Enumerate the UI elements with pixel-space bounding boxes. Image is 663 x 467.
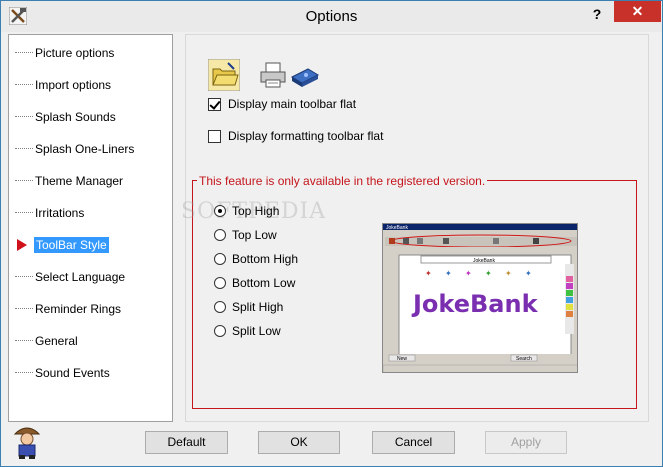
nav-item-label: Irritations (35, 206, 85, 220)
ok-button[interactable]: OK (258, 431, 340, 454)
nav-item-label: Splash One-Liners (35, 142, 135, 156)
preview-new-button: New (397, 356, 407, 362)
style-option-top-low[interactable]: Top Low (214, 227, 277, 243)
style-option-label: Split High (232, 300, 284, 314)
nav-item-label: Picture options (35, 46, 115, 60)
format-toolbar-flat-option[interactable]: Display formatting toolbar flat (208, 128, 383, 144)
nav-item-label: Theme Manager (35, 174, 124, 188)
radio-button[interactable] (214, 301, 226, 313)
default-button[interactable]: Default (145, 431, 228, 454)
nav-item-theme-manager[interactable]: Theme Manager (9, 171, 172, 191)
radio-button[interactable] (214, 253, 226, 265)
printer-icon[interactable] (257, 59, 289, 91)
radio-button[interactable] (214, 229, 226, 241)
nav-item-picture-options[interactable]: Picture options (9, 43, 172, 63)
nav-item-label: General (35, 334, 78, 348)
nav-item-label: Sound Events (35, 366, 110, 380)
toolbar-style-preview: JokeBank JokeBank ✦ ✦ ✦ ✦ ✦ ✦ JokeBank N… (382, 223, 578, 373)
tree-connector (15, 372, 33, 373)
mascot-icon (13, 427, 41, 459)
format-toolbar-flat-checkbox[interactable] (208, 129, 221, 143)
tree-connector (15, 340, 33, 341)
nav-item-import-options[interactable]: Import options (9, 75, 172, 95)
nav-item-irritations[interactable]: Irritations (9, 203, 172, 223)
tree-connector (15, 308, 33, 309)
style-option-label: Top Low (232, 228, 277, 242)
tree-connector (15, 116, 33, 117)
close-button[interactable]: ✕ (614, 1, 661, 22)
style-option-split-low[interactable]: Split Low (214, 323, 281, 339)
svg-text:✦: ✦ (445, 269, 452, 278)
style-option-label: Split Low (232, 324, 281, 338)
tree-connector (15, 52, 33, 53)
open-folder-icon[interactable] (208, 59, 240, 91)
svg-text:✦: ✦ (505, 269, 512, 278)
tree-connector (15, 212, 33, 213)
scanner-icon[interactable] (288, 59, 320, 91)
options-window: Options ? ✕ Picture options Import optio… (0, 0, 663, 467)
nav-item-reminder-rings[interactable]: Reminder Rings (9, 299, 172, 319)
nav-item-splash-sounds[interactable]: Splash Sounds (9, 107, 172, 127)
nav-item-label: Import options (35, 78, 112, 92)
tree-connector (15, 148, 33, 149)
nav-item-label: Reminder Rings (35, 302, 122, 316)
help-button[interactable]: ? (587, 5, 607, 23)
title-bar: Options ? ✕ (1, 1, 662, 32)
registered-version-notice: This feature is only available in the re… (197, 174, 488, 188)
preview-header-label: JokeBank (473, 258, 495, 264)
svg-text:✦: ✦ (485, 269, 492, 278)
preview-screenshot: JokeBank JokeBank ✦ ✦ ✦ ✦ ✦ ✦ JokeBank N… (383, 224, 577, 372)
main-toolbar-flat-option[interactable]: Display main toolbar flat (208, 96, 356, 112)
nav-item-select-language[interactable]: Select Language (9, 267, 172, 287)
svg-text:✦: ✦ (465, 269, 472, 278)
window-title: Options (305, 8, 358, 25)
tree-connector (15, 276, 33, 277)
main-toolbar-flat-label: Display main toolbar flat (228, 97, 357, 111)
selected-arrow-icon (17, 239, 27, 251)
radio-button[interactable] (214, 277, 226, 289)
preview-search-button: Search (516, 356, 532, 362)
svg-text:✦: ✦ (425, 269, 432, 278)
style-option-split-high[interactable]: Split High (214, 299, 283, 315)
style-option-label: Bottom Low (232, 276, 296, 290)
nav-item-splash-one-liners[interactable]: Splash One-Liners (9, 139, 172, 159)
tree-connector (15, 84, 33, 85)
format-toolbar-flat-label: Display formatting toolbar flat (228, 129, 384, 143)
tree-connector (15, 180, 33, 181)
radio-button[interactable] (214, 325, 226, 337)
nav-item-sound-events[interactable]: Sound Events (9, 363, 172, 383)
style-option-bottom-high[interactable]: Bottom High (214, 251, 298, 267)
nav-item-label: Splash Sounds (35, 110, 116, 124)
apply-button[interactable]: Apply (485, 431, 567, 454)
style-option-label: Top High (232, 204, 280, 218)
preview-logo: JokeBank (411, 290, 539, 318)
main-toolbar-flat-checkbox[interactable] (208, 97, 221, 111)
style-option-top-high[interactable]: Top High (214, 203, 279, 219)
nav-item-label: Select Language (35, 270, 126, 284)
nav-item-toolbar-style[interactable]: ToolBar Style (9, 235, 172, 255)
radio-button[interactable] (214, 205, 226, 217)
nav-item-label: ToolBar Style (34, 237, 109, 253)
cancel-button[interactable]: Cancel (372, 431, 455, 454)
options-nav-list: Picture options Import options Splash So… (8, 34, 173, 422)
style-option-label: Bottom High (232, 252, 299, 266)
style-option-bottom-low[interactable]: Bottom Low (214, 275, 295, 291)
svg-text:✦: ✦ (525, 269, 532, 278)
nav-item-general[interactable]: General (9, 331, 172, 351)
